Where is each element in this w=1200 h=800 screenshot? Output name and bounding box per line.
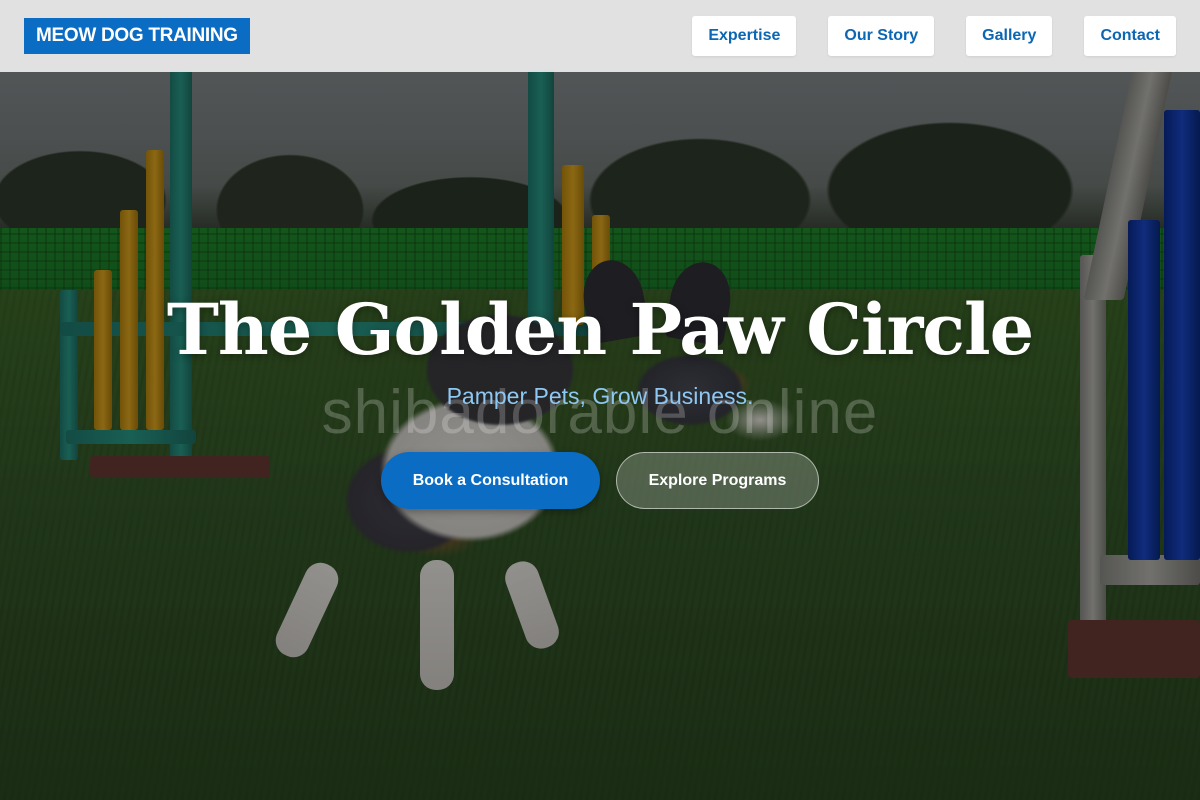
hero-subtitle: Pamper Pets, Grow Business. <box>446 383 754 409</box>
nav-expertise[interactable]: Expertise <box>692 16 797 56</box>
book-consultation-button[interactable]: Book a Consultation <box>381 452 600 509</box>
nav-our-story[interactable]: Our Story <box>828 16 935 56</box>
site-header: MEOW DOG TRAINING Expertise Our Story Ga… <box>0 0 1200 72</box>
main-nav: Expertise Our Story Gallery Contact <box>692 16 1176 56</box>
site-logo[interactable]: MEOW DOG TRAINING <box>24 18 250 54</box>
hero-actions: Book a Consultation Explore Programs <box>0 452 1200 509</box>
nav-gallery[interactable]: Gallery <box>966 16 1053 56</box>
hero-content: The Golden Paw Circle shibadorable onlin… <box>0 282 1200 509</box>
explore-programs-button[interactable]: Explore Programs <box>616 452 819 509</box>
hero-title: The Golden Paw Circle <box>166 288 1034 371</box>
nav-contact[interactable]: Contact <box>1084 16 1176 56</box>
